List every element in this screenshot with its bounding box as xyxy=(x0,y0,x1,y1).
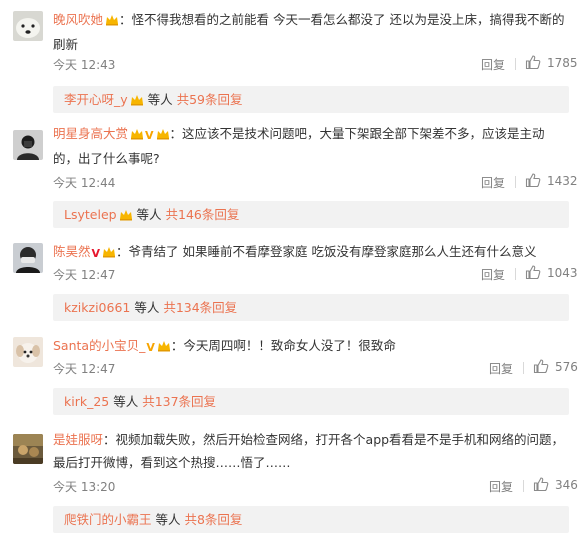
comment-body: 视频加载失败，然后开始检查网络，打开各个app看看是不是手机和网络的问题，最后打… xyxy=(53,432,565,470)
comment-meta: 今天 13:20 回复 346 xyxy=(53,476,578,496)
reply-username[interactable]: kzikzi0661 xyxy=(64,300,130,315)
comment-text-block: 明星身高大赏 V ：这应该不是技术问题吧，大量下架跟全部下架差不多，应该是主动的，出… xyxy=(53,122,569,170)
comment-item: 明星身高大赏 V ：这应该不是技术问题吧，大量下架跟全部下架差不多，应该是主动的，出… xyxy=(0,122,579,230)
comment-item: Santa的小宝贝_V ：今天周四啊！！致命女人没了！很致命 今天 12:47 回… xyxy=(0,334,579,415)
comment-username[interactable]: 明星身高大赏 xyxy=(53,126,128,141)
thumbs-up-icon[interactable] xyxy=(533,476,549,495)
crown-badge-icon xyxy=(157,336,171,359)
divider xyxy=(523,362,524,374)
comment-separator: ： xyxy=(119,12,132,27)
comment-item: 是娃服呀：视频加载失败，然后开始检查网络，打开各个app看看是不是手机和网络的问… xyxy=(0,428,579,538)
comment-time: 今天 12:44 xyxy=(53,176,116,190)
reply-summary[interactable]: kirk_25 等人 共137条回复 xyxy=(53,388,569,415)
verified-v-icon: V xyxy=(146,341,155,354)
reply-username[interactable]: 爬铁门的小霸王 xyxy=(64,512,152,527)
comment-meta: 今天 12:44 回复 1432 xyxy=(53,172,578,192)
verified-v-icon: V xyxy=(145,129,154,142)
reply-username[interactable]: kirk_25 xyxy=(64,394,109,409)
polar-bear-avatar[interactable] xyxy=(13,11,43,41)
comment-meta: 今天 12:47 回复 576 xyxy=(53,358,578,378)
thumbs-up-icon[interactable] xyxy=(525,54,541,73)
comment-text-block: 晚风吹她 ：怪不得我想看的之前能看 今天一看怎么都没了 还以为是没上床，搞得我不断… xyxy=(53,8,569,56)
like-count: 576 xyxy=(555,360,578,374)
comment-separator: ： xyxy=(170,338,184,353)
like-count: 1785 xyxy=(547,56,578,70)
crown-badge-icon xyxy=(102,242,116,265)
comment-username[interactable]: Santa的小宝贝_ xyxy=(53,338,145,353)
comment-item: 陈昊然V ：爷青结了 如果睡前不看摩登家庭 吃饭没有摩登家庭那么人生还有什么意义 … xyxy=(0,240,579,321)
comment-separator: ： xyxy=(169,126,183,141)
masked-person-avatar[interactable] xyxy=(13,243,43,273)
comment-meta: 今天 12:43 回复 1785 xyxy=(53,54,578,74)
comment-body: 今天周四啊！！致命女人没了！很致命 xyxy=(183,338,396,353)
reply-total-link[interactable]: 共146条回复 xyxy=(166,207,240,222)
reply-button[interactable]: 回复 xyxy=(481,56,505,73)
reply-summary-text: 等人 xyxy=(143,92,177,107)
comment-separator: ： xyxy=(103,432,116,447)
comment-meta: 今天 12:47 回复 1043 xyxy=(53,264,578,284)
comment-time: 今天 13:20 xyxy=(53,480,116,494)
comment-username[interactable]: 陈昊然 xyxy=(53,244,91,259)
thumbs-up-icon[interactable] xyxy=(525,264,541,283)
reply-summary-text: 等人 xyxy=(132,207,166,222)
reply-total-link[interactable]: 共134条回复 xyxy=(163,300,237,315)
comment-item: 晚风吹她 ：怪不得我想看的之前能看 今天一看怎么都没了 还以为是没上床，搞得我不断… xyxy=(0,8,579,113)
reply-button[interactable]: 回复 xyxy=(481,266,505,283)
reply-summary[interactable]: 爬铁门的小霸王 等人 共8条回复 xyxy=(53,506,569,533)
painting-avatar[interactable] xyxy=(13,434,43,464)
comment-time: 今天 12:43 xyxy=(53,58,116,72)
divider xyxy=(515,176,516,188)
reply-button[interactable]: 回复 xyxy=(481,174,505,191)
dark-portrait-avatar[interactable] xyxy=(13,130,43,160)
reply-summary-text: 等人 xyxy=(109,394,143,409)
thumbs-up-icon[interactable] xyxy=(525,172,541,191)
divider xyxy=(515,268,516,280)
crown-badge-icon xyxy=(105,10,119,33)
comment-username[interactable]: 是娃服呀 xyxy=(53,432,103,447)
comment-text-block: Santa的小宝贝_V ：今天周四啊！！致命女人没了！很致命 xyxy=(53,334,569,359)
verified-v-icon: V xyxy=(91,247,101,260)
reply-summary[interactable]: Lsytelep 等人 共146条回复 xyxy=(53,201,569,228)
reply-summary[interactable]: kzikzi0661 等人 共134条回复 xyxy=(53,294,569,321)
comment-separator: ： xyxy=(116,244,129,259)
comment-username[interactable]: 晚风吹她 xyxy=(53,12,103,27)
thumbs-up-icon[interactable] xyxy=(533,358,549,377)
puppy-avatar[interactable] xyxy=(13,337,43,367)
crown-badge-icon xyxy=(156,124,170,147)
like-count: 1432 xyxy=(547,174,578,188)
comment-text-block: 是娃服呀：视频加载失败，然后开始检查网络，打开各个app看看是不是手机和网络的问… xyxy=(53,428,569,474)
reply-total-link[interactable]: 共137条回复 xyxy=(142,394,216,409)
reply-summary[interactable]: 李开心呀_y 等人 共59条回复 xyxy=(53,86,569,113)
comment-time: 今天 12:47 xyxy=(53,268,116,282)
reply-username[interactable]: 李开心呀_y xyxy=(64,92,128,107)
crown-badge-icon xyxy=(130,88,144,115)
comment-list: 晚风吹她 ：怪不得我想看的之前能看 今天一看怎么都没了 还以为是没上床，搞得我不断… xyxy=(0,0,579,543)
reply-button[interactable]: 回复 xyxy=(489,360,513,377)
reply-total-link[interactable]: 共8条回复 xyxy=(184,512,242,527)
divider xyxy=(523,480,524,492)
reply-button[interactable]: 回复 xyxy=(489,478,513,495)
comment-time: 今天 12:47 xyxy=(53,362,116,376)
reply-total-link[interactable]: 共59条回复 xyxy=(177,92,243,107)
crown-badge-icon xyxy=(130,124,144,147)
comment-text-block: 陈昊然V ：爷青结了 如果睡前不看摩登家庭 吃饭没有摩登家庭那么人生还有什么意义 xyxy=(53,240,569,265)
reply-summary-text: 等人 xyxy=(151,512,185,527)
divider xyxy=(515,58,516,70)
crown-badge-icon xyxy=(119,203,133,230)
reply-username[interactable]: Lsytelep xyxy=(64,207,117,222)
comment-body: 爷青结了 如果睡前不看摩登家庭 吃饭没有摩登家庭那么人生还有什么意义 xyxy=(128,244,537,259)
like-count: 346 xyxy=(555,478,578,492)
like-count: 1043 xyxy=(547,266,578,280)
reply-summary-text: 等人 xyxy=(130,300,164,315)
